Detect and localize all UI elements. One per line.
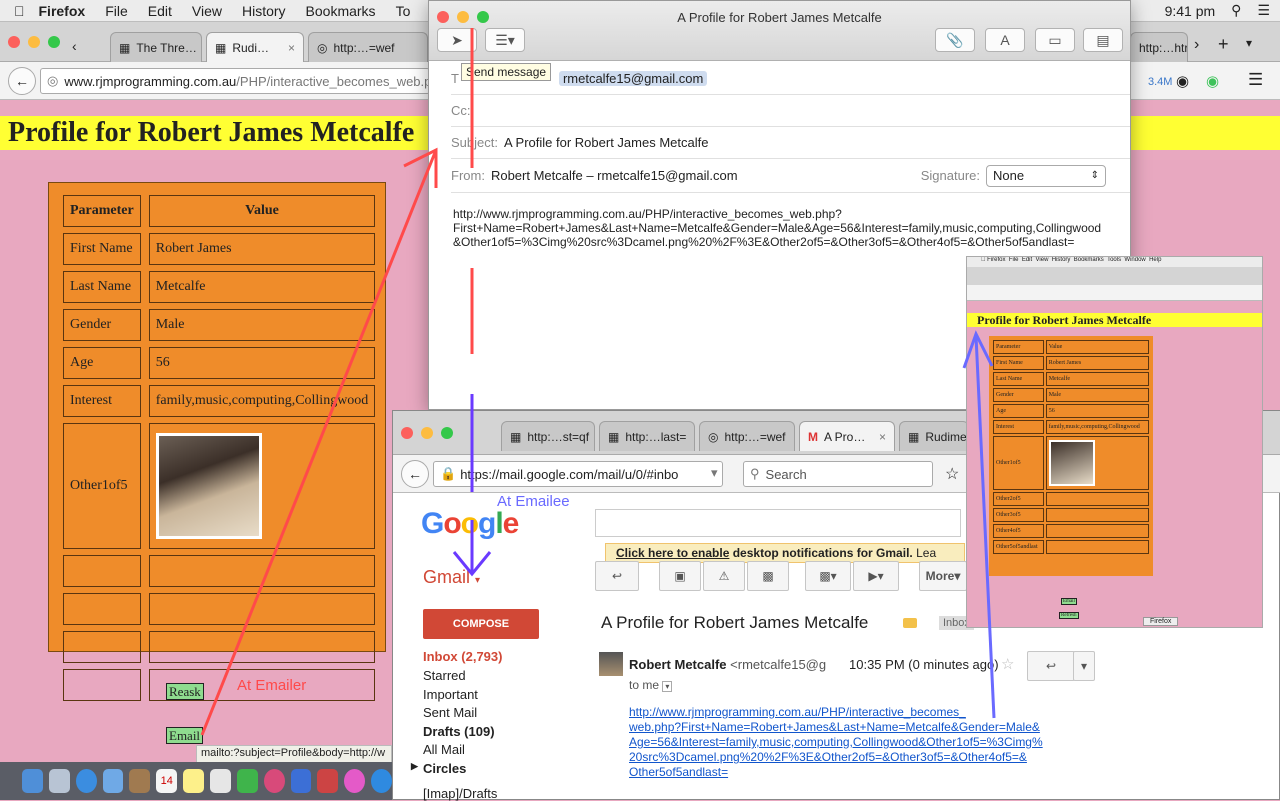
emailee-arrow [974,335,996,719]
annotation-arrows [200,28,996,736]
emailer-arrow [200,149,438,736]
emailer-arrowhead [403,147,438,188]
